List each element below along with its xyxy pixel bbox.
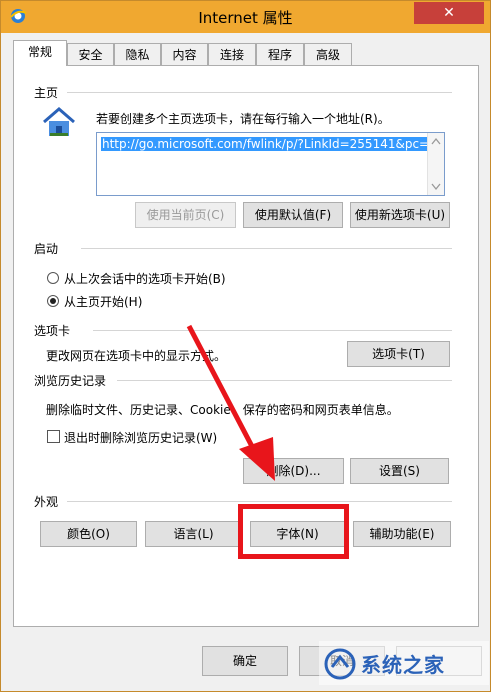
delete-on-exit-checkbox[interactable] xyxy=(47,430,60,443)
close-icon: ✕ xyxy=(443,5,455,21)
use-new-tab-button[interactable]: 使用新选项卡(U) xyxy=(350,202,450,228)
appearance-divider xyxy=(67,501,452,502)
home-url-value: http://go.microsoft.com/fwlink/p/?LinkId… xyxy=(101,137,431,151)
use-current-button[interactable]: 使用当前页(C) xyxy=(135,202,236,228)
tab-security[interactable]: 安全 xyxy=(67,43,114,65)
home-description: 若要创建多个主页选项卡，请在每行输入一个地址(R)。 xyxy=(96,112,390,126)
annotation-arrow xyxy=(186,324,275,481)
startup-section-title: 启动 xyxy=(34,242,59,256)
watermark-text: 系统之家 xyxy=(361,653,445,677)
tab-general[interactable]: 常规 xyxy=(13,40,67,66)
url-scrollbar[interactable] xyxy=(427,133,444,195)
home-icon xyxy=(43,107,75,136)
tab-connections[interactable]: 连接 xyxy=(208,43,256,65)
watermark: 系统之家 xyxy=(319,641,489,685)
tab-programs[interactable]: 程序 xyxy=(256,43,304,65)
use-default-button[interactable]: 使用默认值(F) xyxy=(243,202,343,228)
history-section-title: 浏览历史记录 xyxy=(34,374,107,388)
watermark-logo-icon xyxy=(324,648,356,680)
tabs-button[interactable]: 选项卡(T) xyxy=(347,341,450,367)
scroll-down-icon xyxy=(431,183,441,191)
startup-divider xyxy=(81,248,452,249)
history-settings-button[interactable]: 设置(S) xyxy=(350,458,449,484)
home-section-title: 主页 xyxy=(34,86,59,100)
accessibility-button[interactable]: 辅助功能(E) xyxy=(353,521,451,547)
tab-advanced[interactable]: 高级 xyxy=(304,43,352,65)
highlight-box xyxy=(238,504,349,559)
ok-button[interactable]: 确定 xyxy=(202,646,288,676)
home-divider xyxy=(67,92,452,93)
startup-last-session-radio[interactable] xyxy=(47,272,59,284)
startup-last-session-label[interactable]: 从上次会话中的选项卡开始(B) xyxy=(64,270,226,287)
appearance-section-title: 外观 xyxy=(34,495,59,509)
radio-selected-dot xyxy=(50,298,56,304)
tab-content[interactable]: 内容 xyxy=(161,43,208,65)
scroll-up-icon xyxy=(431,137,441,145)
tabs-section-title: 选项卡 xyxy=(34,324,71,338)
languages-button[interactable]: 语言(L) xyxy=(145,521,242,547)
close-button[interactable]: ✕ xyxy=(414,2,484,24)
startup-homepage-label[interactable]: 从主页开始(H) xyxy=(64,293,142,310)
tab-privacy[interactable]: 隐私 xyxy=(114,43,161,65)
internet-properties-dialog: Internet 属性 ✕ 常规 安全 隐私 内容 连接 程序 高级 主页 若要… xyxy=(0,0,491,692)
startup-homepage-radio[interactable] xyxy=(47,295,59,307)
colors-button[interactable]: 颜色(O) xyxy=(40,521,137,547)
title-bar[interactable]: Internet 属性 ✕ xyxy=(1,1,490,33)
home-url-textarea[interactable]: http://go.microsoft.com/fwlink/p/?LinkId… xyxy=(96,132,445,196)
